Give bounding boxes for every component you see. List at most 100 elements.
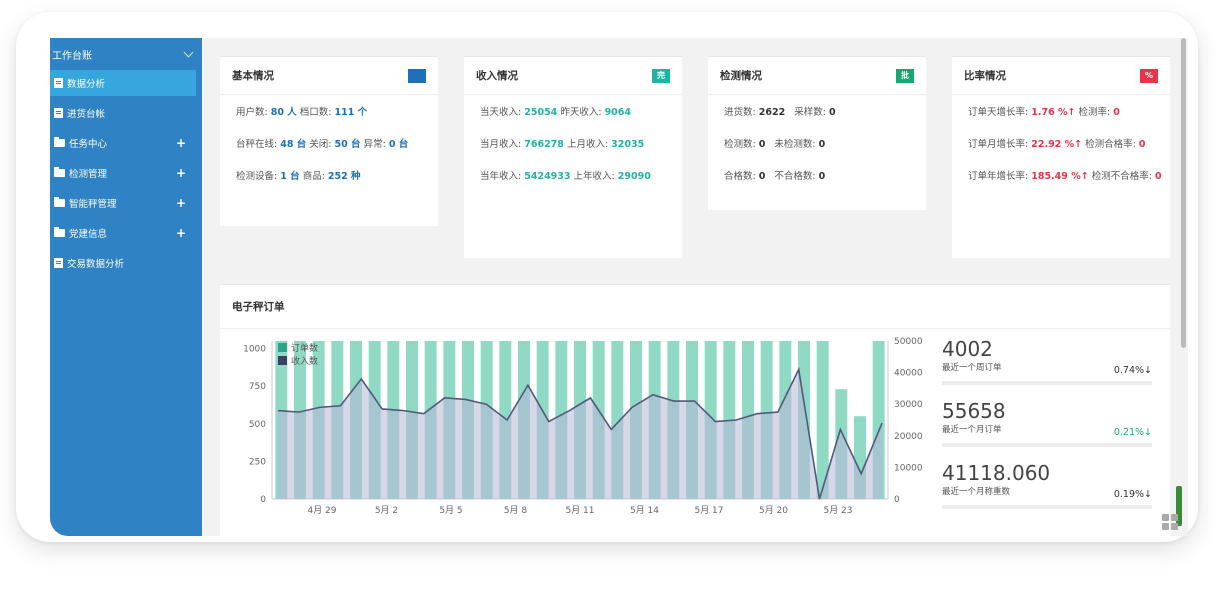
card-inspection-title: 检测情况 — [720, 70, 762, 82]
last-month-income-value: 32035 — [611, 139, 645, 150]
month-income-label: 当月收入: — [480, 139, 522, 150]
plus-icon[interactable]: + — [176, 226, 186, 240]
vertical-scrollbar[interactable] — [1181, 38, 1186, 348]
y-left-tick-label: 250 — [249, 457, 266, 467]
stat-block: 55658 最近一个月订单 0.21%↓ — [942, 399, 1152, 459]
orders-panel-title: 电子秤订单 — [232, 301, 285, 313]
ratio-row-1: 订单天增长率: 1.76 %↑ 检测率: 0 — [968, 105, 1162, 121]
scales-online-label: 台秤在线: — [236, 139, 278, 150]
x-tick-label: 4月 29 — [307, 505, 336, 516]
pass-rate-value: 0 — [1138, 139, 1146, 150]
pass-value: 0 — [758, 171, 766, 182]
y-right-tick-label: 0 — [894, 495, 900, 505]
fail-value: 0 — [818, 171, 826, 182]
stock-label: 进货数: — [724, 107, 756, 118]
tested-label: 检测数: — [724, 139, 756, 150]
x-tick-label: 5月 5 — [439, 505, 462, 516]
plus-icon[interactable]: + — [176, 196, 186, 210]
inspection-row-3: 合格数: 0 不合格数: 0 — [724, 169, 910, 185]
folder-icon — [54, 167, 65, 177]
day-growth-label: 订单天增长率: — [968, 107, 1029, 118]
legend-label-orders: 订单数 — [291, 342, 318, 354]
goods-value: 252 种 — [327, 171, 361, 182]
x-tick-label: 5月 8 — [504, 505, 528, 516]
y-right-tick-label: 40000 — [894, 369, 923, 379]
inspection-row-2: 检测数: 0 未检测数: 0 — [724, 137, 910, 153]
y-right-tick-label: 20000 — [894, 432, 923, 442]
sidebar-item-5[interactable]: 党建信息 + — [50, 220, 196, 246]
card-basic-badge — [408, 68, 426, 83]
card-ratio-title: 比率情况 — [964, 70, 1006, 82]
device-frame: 工作台账 数据分析 进货台帐 任务中心 + 检测管理 + 智能秤管理 + 党建信息 + 交易数据分析… — [16, 12, 1198, 542]
stat-value: 4002 — [942, 337, 993, 361]
stat-percent: 0.74%↓ — [1113, 365, 1152, 376]
sample-value: 0 — [828, 107, 836, 118]
card-ratio-badge: % — [1140, 68, 1158, 83]
y-right-tick-label: 10000 — [894, 463, 923, 473]
stat-progress-track — [942, 381, 1152, 385]
year-income-value: 5424933 — [524, 171, 571, 182]
sidebar-header[interactable]: 工作台账 — [50, 38, 202, 70]
sidebar-header-label: 工作台账 — [52, 50, 92, 62]
untested-value: 0 — [818, 139, 826, 150]
doc-icon — [54, 78, 63, 88]
orders-panel: 电子秤订单 0 250 500 750 1000 0 10000 20000 30000 4000… — [220, 284, 1170, 536]
sidebar-item-2[interactable]: 任务中心 + — [50, 130, 196, 156]
inspection-row-1: 进货数: 2622 采样数: 0 — [724, 105, 910, 121]
month-growth-value: 22.92 % — [1031, 139, 1075, 150]
orders-chart: 0250500750100001000020000300004000050000… — [243, 337, 923, 516]
sidebar-item-4[interactable]: 智能秤管理 + — [50, 190, 196, 216]
sidebar-item-1[interactable]: 进货台帐 — [50, 100, 196, 126]
card-basic-title: 基本情况 — [232, 70, 274, 82]
sidebar-item-label: 交易数据分析 — [67, 259, 125, 270]
income-row-1: 当天收入: 25054 昨天收入: 9064 — [480, 105, 666, 121]
grid-icon[interactable] — [1162, 514, 1178, 530]
scales-off-label: 关闭: — [309, 139, 332, 150]
month-growth-label: 订单月增长率: — [968, 139, 1029, 150]
detect-rate-value: 0 — [1113, 107, 1120, 118]
stalls-value: 111 个 — [334, 107, 368, 118]
sidebar-item-0[interactable]: 数据分析 — [50, 70, 196, 96]
y-right-tick-label: 50000 — [894, 337, 923, 347]
sidebar-item-label: 数据分析 — [67, 79, 106, 90]
folder-icon — [54, 197, 65, 207]
today-income-label: 当天收入: — [480, 107, 522, 118]
x-tick-label: 5月 20 — [759, 505, 788, 516]
stat-block: 41118.060 最近一个月称重数 0.19%↓ — [942, 461, 1152, 521]
up-arrow-icon: ↑ — [1067, 107, 1076, 118]
users-label: 用户数: — [236, 107, 268, 118]
card-income-badge: 完 — [652, 68, 670, 83]
y-right-tick-label: 30000 — [894, 400, 923, 410]
legend-label-income: 收入数 — [291, 355, 318, 367]
pass-label: 合格数: — [724, 171, 756, 182]
devices-value: 1 台 — [280, 171, 300, 182]
plus-icon[interactable]: + — [176, 166, 186, 180]
main-content: 基本情况 用户数: 80 人 档口数: 111 个 台秤在线: 48 台 关闭:… — [202, 38, 1188, 536]
y-left-tick-label: 750 — [249, 382, 266, 392]
y-left-tick-label: 500 — [249, 420, 266, 430]
stalls-label: 档口数: — [299, 107, 332, 118]
fail-rate-label: 检测不合格率: — [1091, 171, 1152, 182]
sidebar-item-6[interactable]: 交易数据分析 — [50, 250, 196, 276]
income-row-3: 当年收入: 5424933 上年收入: 29090 — [480, 169, 666, 185]
x-tick-label: 5月 14 — [630, 505, 659, 516]
sidebar-item-label: 党建信息 — [69, 229, 108, 240]
card-inspection-badge: 批 — [896, 68, 914, 83]
down-arrow-icon: ↓ — [1144, 365, 1152, 376]
stat-value: 41118.060 — [942, 461, 1051, 485]
sidebar-item-label: 任务中心 — [69, 139, 108, 150]
sidebar-item-label: 进货台帐 — [67, 109, 106, 120]
stat-progress-track — [942, 505, 1152, 509]
last-year-income-label: 上年收入: — [573, 171, 615, 182]
untested-label: 未检测数: — [774, 139, 816, 150]
card-inspection: 检测情况 批 进货数: 2622 采样数: 0 检测数: 0 未检测数: 0 合… — [708, 56, 926, 210]
x-tick-label: 5月 17 — [694, 505, 723, 516]
fail-label: 不合格数: — [774, 171, 816, 182]
up-arrow-icon: ↑ — [1080, 171, 1089, 182]
plus-icon[interactable]: + — [176, 136, 186, 150]
folder-icon — [54, 137, 65, 147]
down-arrow-icon: ↓ — [1144, 427, 1152, 438]
sidebar-item-3[interactable]: 检测管理 + — [50, 160, 196, 186]
ratio-row-2: 订单月增长率: 22.92 %↑ 检测合格率: 0 — [968, 137, 1162, 153]
scales-off-value: 50 台 — [334, 139, 361, 150]
